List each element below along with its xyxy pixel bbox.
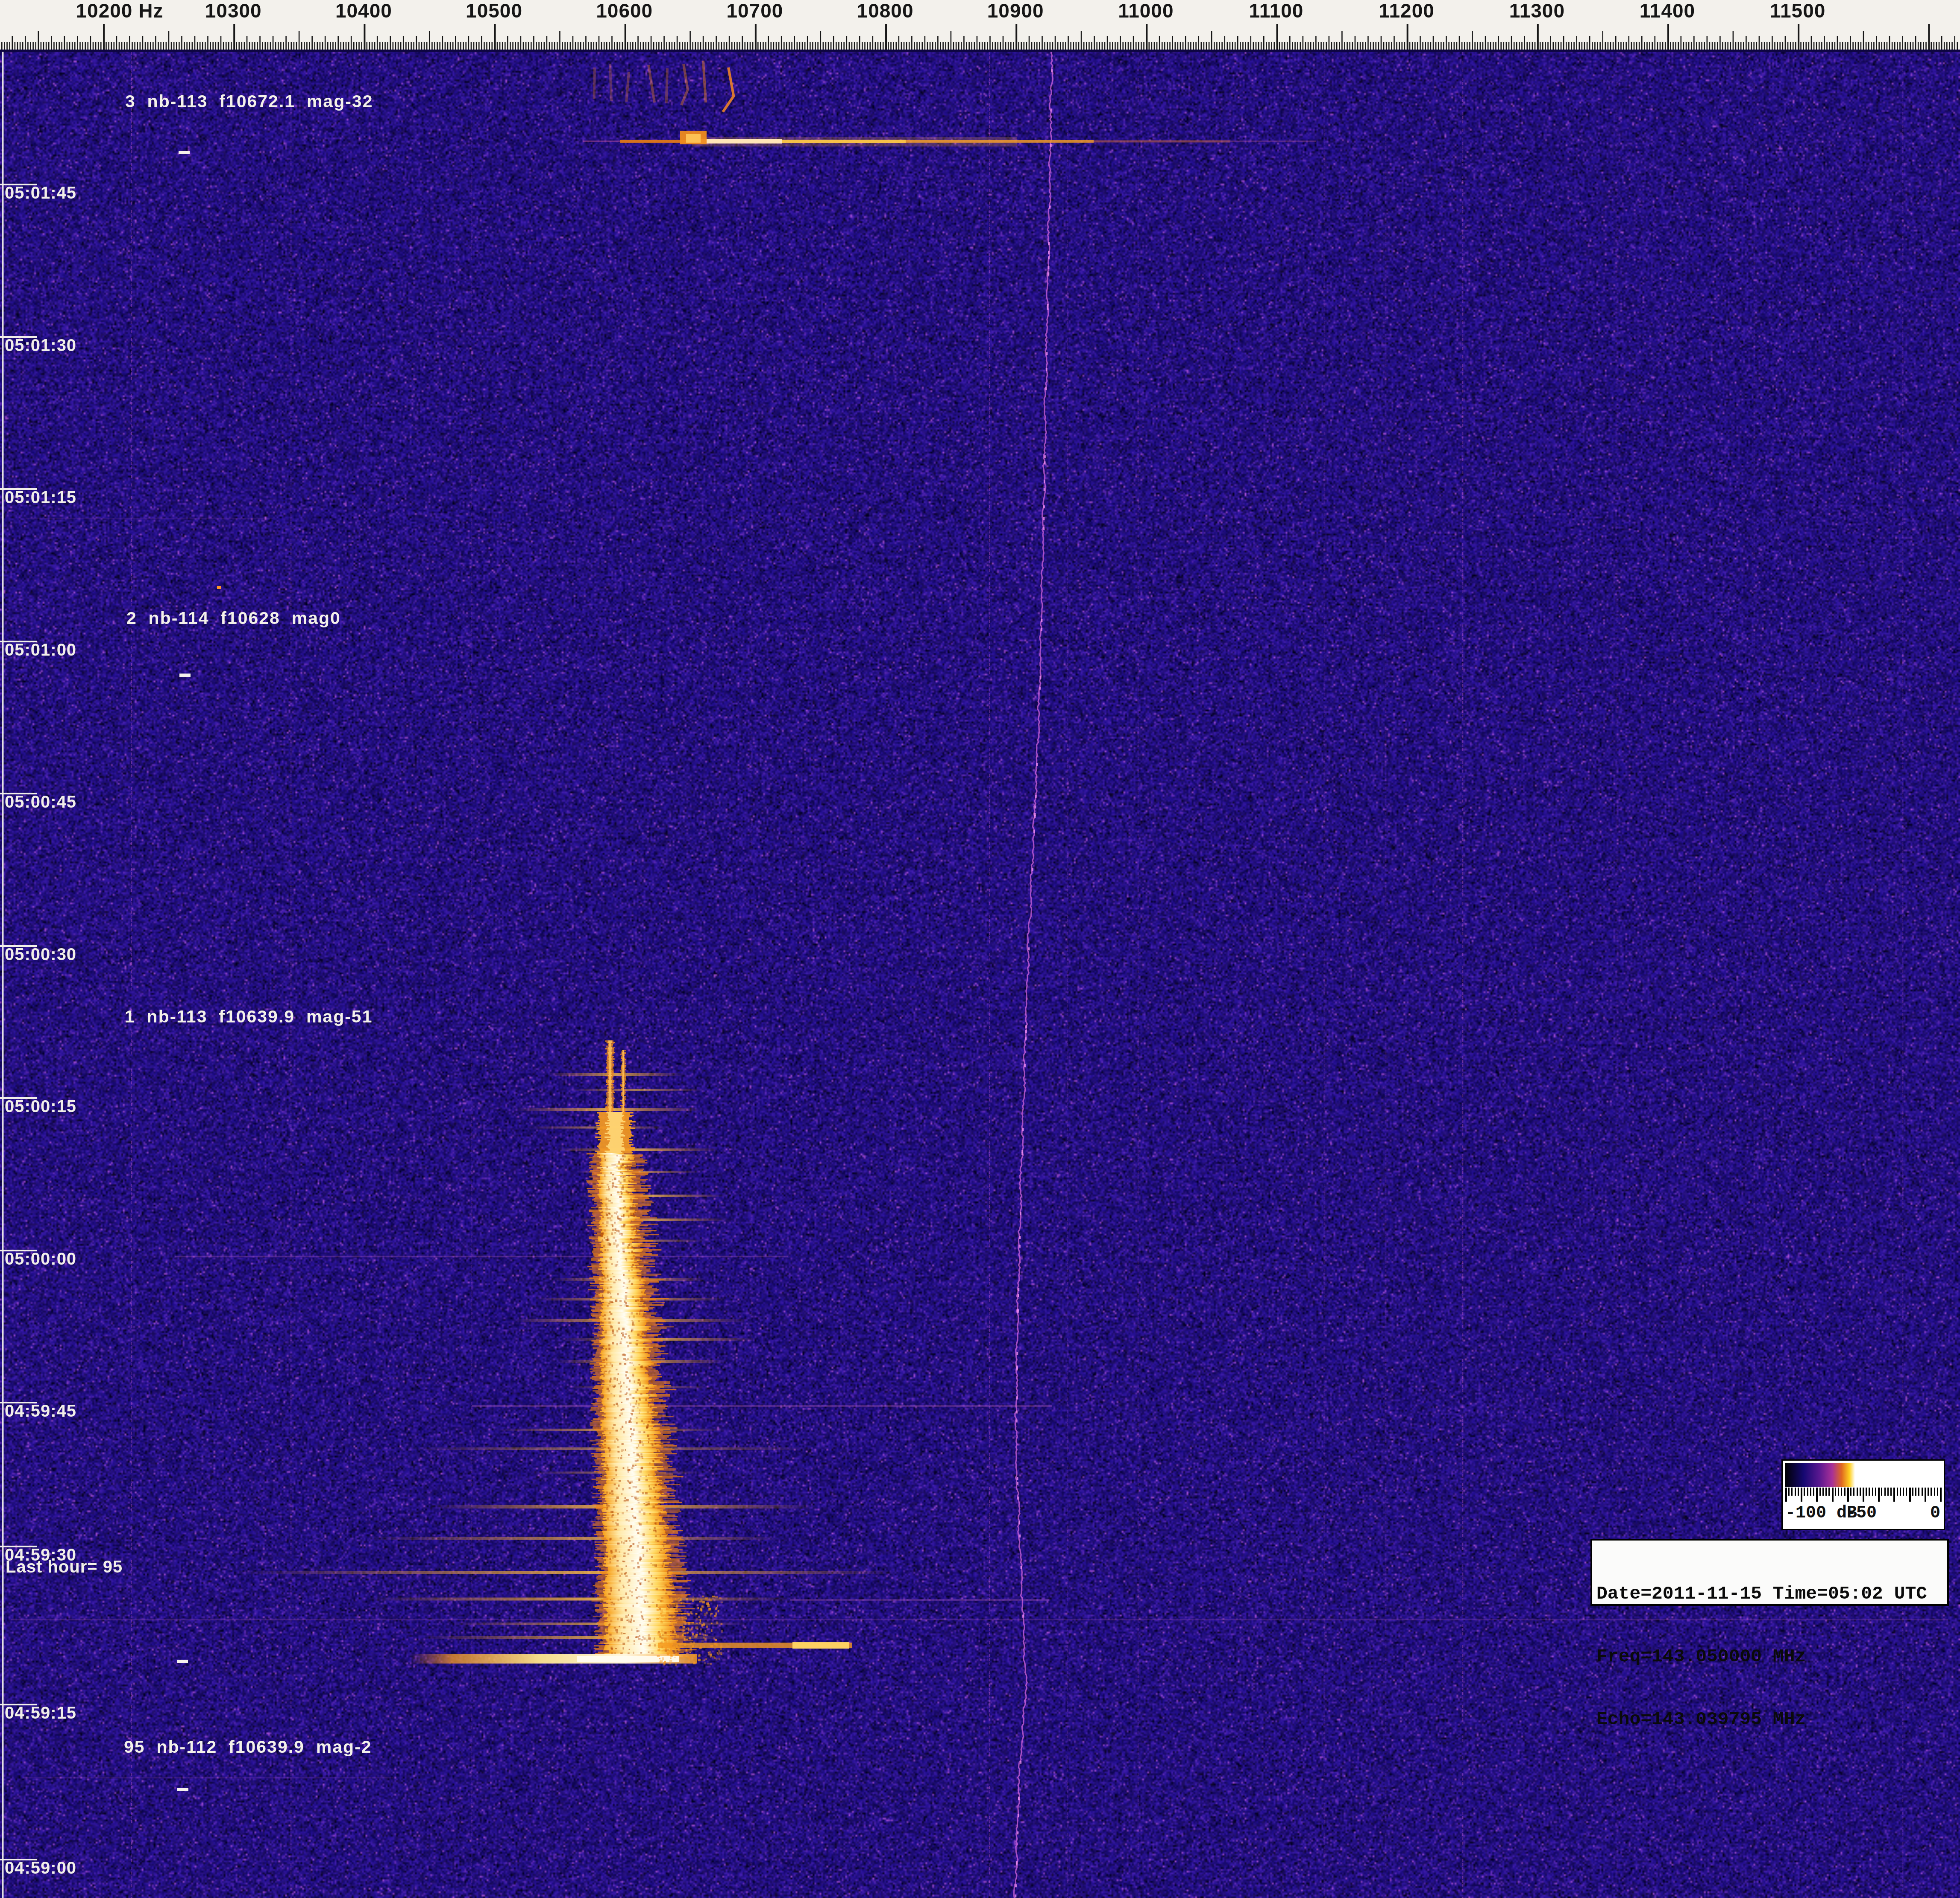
colorbar-gradient bbox=[1785, 1463, 1942, 1487]
time-label: 04:59:15 bbox=[5, 1703, 76, 1722]
time-label: 04:59:00 bbox=[5, 1858, 76, 1877]
freq-tick-label: 10600 bbox=[596, 1, 653, 21]
event-annotation-label: 2 nb-114 f10628 mag0 bbox=[126, 608, 341, 628]
info-line-echo: Echo=143.039795 MHz bbox=[1596, 1709, 1943, 1730]
event-marker-dash bbox=[177, 1660, 188, 1663]
freq-tick-label: 10200 Hz bbox=[76, 1, 164, 21]
last-hour-count-label: Last hour= 95 bbox=[6, 1557, 123, 1576]
time-label: 05:00:15 bbox=[5, 1097, 76, 1116]
freq-tick-label: 10500 bbox=[466, 1, 522, 21]
freq-tick-label: 10700 bbox=[726, 1, 783, 21]
event-annotation-label: 3 nb-113 f10672.1 mag-32 bbox=[125, 91, 373, 111]
time-label: 05:01:00 bbox=[5, 640, 76, 659]
time-label: 05:00:00 bbox=[5, 1249, 76, 1268]
event-marker-dash bbox=[177, 1788, 188, 1791]
time-label: 05:00:30 bbox=[5, 945, 76, 964]
info-box: Date=2011-11-15 Time=05:02 UTC Freq=143.… bbox=[1590, 1539, 1949, 1606]
spectrogram-screen: 10200 Hz 10300 10400 10500 10600 10700 10800 10… bbox=[0, 0, 1960, 1898]
event-annotation-label: 1 nb-113 f10639.9 mag-51 bbox=[125, 1007, 373, 1027]
freq-tick-label: 10400 bbox=[335, 1, 392, 21]
event-annotation-label: 95 nb-112 f10639.9 mag-2 bbox=[124, 1737, 372, 1757]
colorbar-ticks-minor bbox=[1785, 1488, 1942, 1496]
time-label: 05:01:45 bbox=[5, 183, 76, 202]
colorbar-legend: -100 dB -50 0 bbox=[1781, 1459, 1945, 1530]
freq-tick-label: 11400 bbox=[1640, 1, 1695, 21]
freq-tick-label: 11000 bbox=[1118, 1, 1174, 21]
db-label-mid: -50 bbox=[1846, 1503, 1877, 1523]
freq-tick-label: 10800 bbox=[857, 1, 914, 21]
info-line-frequency: Freq=143.050000 MHz bbox=[1596, 1646, 1943, 1667]
event-marker-dash bbox=[179, 674, 191, 677]
freq-tick-label: 11500 bbox=[1770, 1, 1825, 21]
db-label-max: 0 bbox=[1930, 1503, 1940, 1523]
time-label: 05:01:15 bbox=[5, 488, 76, 507]
event-marker-dash bbox=[179, 151, 190, 154]
freq-tick-label: 10300 bbox=[205, 1, 262, 21]
info-line-date-time: Date=2011-11-15 Time=05:02 UTC bbox=[1596, 1583, 1943, 1604]
time-label: 04:59:45 bbox=[5, 1401, 76, 1421]
freq-tick-label: 10900 bbox=[987, 1, 1044, 21]
freq-tick-label: 11100 bbox=[1249, 1, 1304, 21]
time-label: 05:00:45 bbox=[5, 792, 76, 811]
time-label: 05:01:30 bbox=[5, 336, 76, 355]
freq-tick-label: 11200 bbox=[1379, 1, 1434, 21]
freq-tick-label: 11300 bbox=[1509, 1, 1565, 21]
